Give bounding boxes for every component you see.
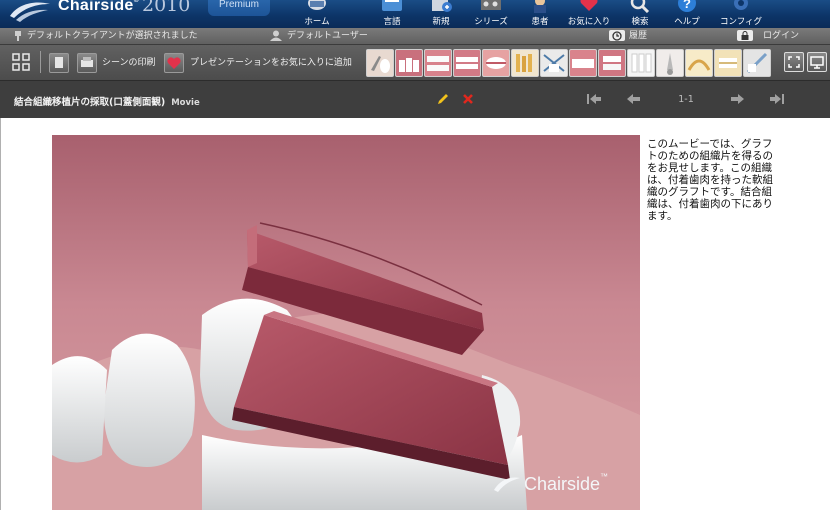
search-icon — [630, 0, 650, 13]
collapse-button[interactable] — [11, 52, 30, 71]
scene-thumbnail[interactable] — [685, 49, 713, 77]
next-page-icon[interactable] — [729, 93, 745, 105]
client-status-text: デフォルトクライアントが選択されました — [27, 31, 198, 41]
chairside-watermark: Chairside™ — [492, 472, 608, 495]
history-button[interactable]: 履歴 — [609, 28, 647, 44]
svg-text:?: ? — [683, 0, 691, 11]
page-counter: 1-1 — [678, 94, 694, 105]
nav-series-button[interactable]: シリーズ — [471, 0, 511, 28]
brand-name: Chairside® — [58, 0, 140, 14]
nav-patient-button[interactable]: 患者 — [520, 0, 560, 28]
nav-search-button[interactable]: 検索 — [620, 0, 660, 28]
delete-x-icon[interactable] — [462, 93, 474, 105]
login-button[interactable]: ログイン — [737, 28, 799, 44]
nav-new-button[interactable]: 新規 — [421, 0, 461, 28]
scene-description: このムービーでは、グラフトのための組織片を得るのをお見せします。この組織は、付着… — [647, 138, 773, 222]
scene-thumbnail[interactable] — [569, 49, 597, 77]
fullscreen-button[interactable] — [784, 52, 804, 72]
language-icon — [382, 0, 402, 11]
collapse-arrows-icon — [12, 53, 30, 71]
patient-icon — [534, 0, 546, 13]
history-label: 履歴 — [629, 31, 648, 41]
scene-thumbnail[interactable] — [366, 49, 394, 77]
login-label: ログイン — [763, 31, 800, 41]
add-favorite-label[interactable]: プレゼンテーションをお気に入りに追加 — [190, 55, 352, 68]
heart-icon — [167, 57, 181, 69]
scene-thumbnail[interactable] — [598, 49, 626, 77]
text-size-button[interactable] — [49, 53, 69, 73]
lock-icon — [737, 30, 753, 41]
previous-page-icon[interactable] — [626, 93, 642, 105]
content-border — [0, 118, 1, 510]
print-scene-label[interactable]: シーンの印刷 — [102, 55, 156, 68]
add-favorite-button[interactable] — [164, 53, 184, 73]
toolbar-divider — [40, 51, 41, 73]
clock-icon — [609, 30, 625, 41]
document-icon — [55, 57, 63, 68]
fullscreen-icon — [788, 56, 800, 68]
favorites-heart-icon — [580, 0, 598, 11]
nav-help-button[interactable]: ? ヘルプ — [667, 0, 707, 28]
nav-home-button[interactable]: ホーム — [297, 0, 337, 28]
top-banner: Chairside® 2010 Premium ホーム 言語 新規 シリーズ 患… — [0, 0, 830, 28]
brand-year: 2010 — [142, 0, 191, 16]
scene-thumbnail[interactable] — [453, 49, 481, 77]
series-film-icon — [481, 0, 501, 10]
scene-thumbnail[interactable] — [424, 49, 452, 77]
scene-thumbnail[interactable] — [714, 49, 742, 77]
print-scene-button[interactable] — [77, 53, 97, 73]
scene-thumbnail[interactable] — [482, 49, 510, 77]
nav-favorites-button[interactable]: お気に入り — [568, 0, 610, 28]
scene-thumbnail[interactable] — [743, 49, 771, 77]
help-icon: ? — [678, 0, 696, 12]
last-page-icon[interactable] — [769, 93, 785, 105]
gum-graft-illustration — [52, 135, 640, 510]
user-status-text: デフォルトユーザー — [287, 31, 368, 41]
presentation-icon — [810, 56, 824, 69]
scene-thumbnail[interactable] — [540, 49, 568, 77]
user-icon — [270, 30, 282, 41]
status-bar: デフォルトクライアントが選択されました デフォルトユーザー 履歴 ログイン — [0, 28, 830, 45]
scene-thumbnail[interactable] — [656, 49, 684, 77]
toolbar: シーンの印刷 プレゼンテーションをお気に入りに追加 — [0, 45, 830, 81]
first-page-icon[interactable] — [586, 93, 602, 105]
scene-thumbnail[interactable] — [395, 49, 423, 77]
tooth-home-icon — [308, 0, 326, 10]
scene-title-bar: 結合組織移植片の採取(口蓋側面観) Movie 1-1 — [0, 81, 830, 118]
edition-badge: Premium — [208, 0, 270, 16]
scene-thumbnail[interactable] — [511, 49, 539, 77]
scene-type: Movie — [171, 98, 200, 108]
scene-thumbnail[interactable] — [627, 49, 655, 77]
print-icon — [81, 57, 93, 67]
edit-pencil-icon[interactable] — [436, 92, 450, 106]
nav-language-button[interactable]: 言語 — [372, 0, 412, 28]
pin-icon — [15, 30, 21, 41]
user-status[interactable]: デフォルトユーザー — [270, 28, 368, 44]
presentation-button[interactable] — [807, 52, 827, 72]
movie-viewer[interactable]: Chairside™ — [52, 135, 640, 510]
chairside-logo-icon — [10, 2, 50, 22]
client-status[interactable]: デフォルトクライアントが選択されました — [14, 28, 198, 44]
config-gear-icon — [734, 0, 748, 10]
new-icon — [432, 0, 452, 12]
watermark-logo-icon — [494, 477, 520, 492]
nav-config-button[interactable]: コンフィグ — [720, 0, 762, 28]
scene-title: 結合組織移植片の採取(口蓋側面観) Movie — [14, 97, 200, 108]
